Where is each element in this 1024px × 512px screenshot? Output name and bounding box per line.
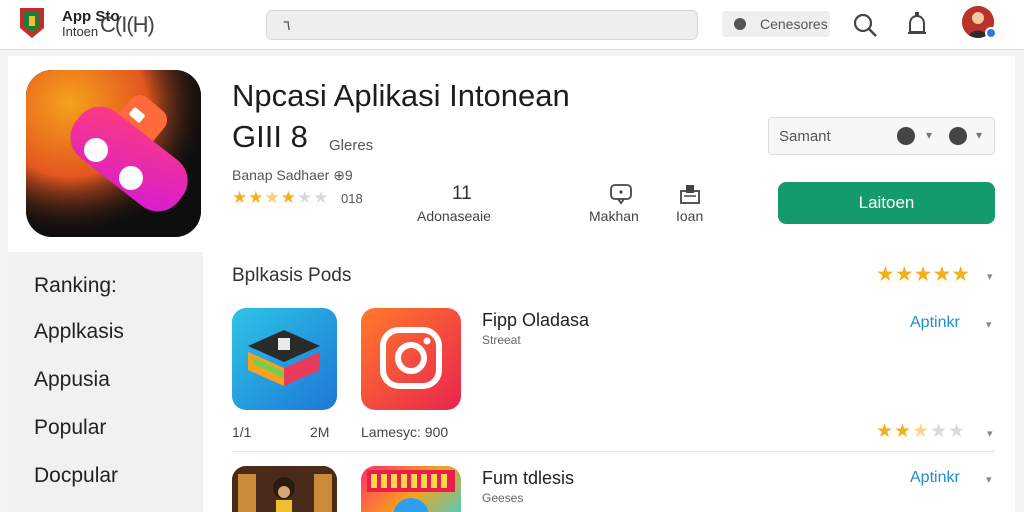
sidebar-item-applkasis[interactable]: Applkasis	[34, 320, 124, 344]
comment-icon	[610, 184, 632, 205]
brand-subtitle: Intoen	[62, 24, 99, 39]
row-title[interactable]: Fum tdlesis	[482, 468, 574, 489]
section-title: Bplkasis Pods	[232, 265, 352, 286]
row-title[interactable]: Fipp Oladasa	[482, 310, 589, 331]
photo-icon	[232, 466, 337, 512]
logo-icon[interactable]	[18, 6, 46, 40]
sidebar: Ranking: Applkasis Appusia Popular Docpu…	[8, 256, 203, 512]
camera-icon	[380, 327, 442, 389]
row-rating-stars: ★★★★★	[876, 421, 967, 442]
categories-button[interactable]: Cenesores	[722, 11, 830, 37]
color-icon	[367, 470, 455, 512]
stat-makhan-label: Makhan	[589, 208, 639, 224]
avatar-badge	[985, 27, 997, 39]
top-bar: App Sto Intoen C(I(H) ٦ Cenesores	[0, 0, 1024, 50]
row-link[interactable]: Aptinkr	[910, 314, 960, 332]
chevron-down-icon[interactable]: ▾	[986, 318, 992, 331]
chevron-down-icon[interactable]: ▾	[987, 270, 993, 283]
app-rating-stars: ★★★★★★	[232, 188, 330, 207]
brand-watermark: C(I(H)	[100, 12, 155, 37]
share-icon	[680, 185, 700, 204]
app-tile-photo[interactable]	[232, 466, 337, 512]
row-subtitle: Streeat	[482, 333, 521, 347]
categories-label: Cenesores	[760, 16, 828, 32]
row-link[interactable]: Aptinkr	[910, 469, 960, 487]
section-rating-stars[interactable]: ★★★★★	[876, 262, 970, 287]
rating-count: 018	[341, 191, 363, 206]
stat-number-label: Adonaseaie	[417, 208, 491, 224]
bell-icon[interactable]	[902, 10, 932, 40]
sidebar-item-popular[interactable]: Popular	[34, 416, 106, 440]
row-meta-size: 2M	[310, 424, 330, 440]
sort-option-icon[interactable]	[897, 127, 915, 145]
filter-icon[interactable]	[949, 127, 967, 145]
search-icon[interactable]	[850, 10, 880, 40]
stack-icon	[248, 330, 320, 386]
app-tile-stack[interactable]	[232, 308, 337, 410]
chevron-down-icon[interactable]: ▾	[987, 427, 993, 440]
row-meta-index: 1/1	[232, 424, 252, 440]
sidebar-item-docpular[interactable]: Docpular	[34, 464, 118, 488]
sidebar-item-appusia[interactable]: Appusia	[34, 368, 110, 392]
stat-number: 11	[452, 183, 472, 204]
sort-label: Samant	[779, 128, 831, 145]
app-tile-color[interactable]	[361, 466, 461, 512]
sidebar-heading: Ranking:	[34, 274, 117, 297]
app-tile-camera[interactable]	[361, 308, 461, 410]
row-meta-info: Lamesyc: 900	[361, 424, 449, 440]
app-icon	[26, 70, 201, 237]
chevron-down-icon: ▾	[926, 128, 933, 142]
row-subtitle: Geeses	[482, 491, 524, 505]
sort-dropdown[interactable]: Samant ▾ ▾	[768, 117, 995, 155]
developer-name[interactable]: Banap Sadhaer ⊕9	[232, 167, 353, 184]
app-version-sub: Gleres	[329, 137, 374, 154]
chevron-down-icon[interactable]: ▾	[986, 473, 992, 486]
app-version: GIII 8	[232, 119, 308, 154]
category-icon	[734, 18, 746, 30]
chevron-down-icon: ▾	[976, 128, 983, 142]
stat-ioan-label: Ioan	[676, 208, 704, 224]
search-input[interactable]: ٦	[266, 10, 698, 40]
app-title: Npcasi Aplikasi Intonean	[232, 78, 570, 113]
divider	[232, 451, 995, 452]
install-button[interactable]: Laitoen	[778, 182, 995, 224]
